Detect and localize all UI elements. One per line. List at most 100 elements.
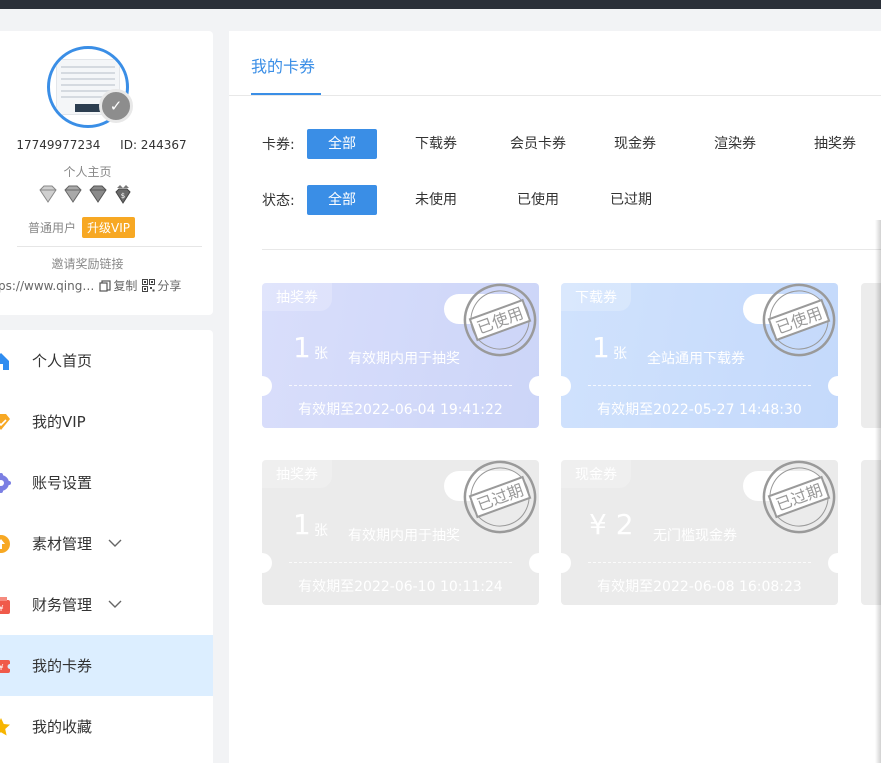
coupon-expiry: 有效期至2022-06-10 10:11:24 <box>298 579 503 595</box>
tab-bar: 我的卡券 <box>229 31 881 96</box>
vip-diamond-icon <box>0 411 12 433</box>
sidebar-item-label: 账号设置 <box>32 474 93 492</box>
coupon-dashed-divider <box>289 562 512 563</box>
sidebar-item-materials[interactable]: 素材管理 <box>0 513 213 574</box>
invite-link[interactable]: ps://www.qing… <box>0 279 94 293</box>
coupon-card[interactable]: 现金券 已过期 ¥ 2 无门槛现金券 有效期至2022-06-08 16:08:… <box>561 460 838 605</box>
type-filter-option-lottery[interactable]: 抽奖券 <box>811 129 859 159</box>
coupon-icon: ¥ <box>0 655 12 677</box>
coupon-notch <box>828 553 838 573</box>
coupon-card[interactable]: 抽奖券 已使用 1 张 有效期内用于抽奖 有效期至2022-06-04 19:4… <box>262 283 539 428</box>
coupon-description: 有效期内用于抽奖 <box>348 528 460 544</box>
coupon-notch <box>529 553 539 573</box>
status-filter-option-expired[interactable]: 已过期 <box>607 185 655 215</box>
coupon-notch <box>262 553 272 573</box>
sidebar-item-label: 财务管理 <box>32 596 93 614</box>
divider <box>262 249 881 250</box>
copy-label: 复制 <box>113 279 138 293</box>
copy-icon <box>99 279 111 292</box>
status-filter-option-unused[interactable]: 未使用 <box>407 185 465 215</box>
sidebar-item-coupons[interactable]: ¥ 我的卡券 <box>0 635 213 696</box>
svg-text:¥: ¥ <box>0 604 4 613</box>
wallet-icon: ¥ <box>0 594 12 616</box>
coupon-type: 现金券 <box>561 460 631 488</box>
coupon-unit: 张 <box>613 346 627 362</box>
coupon-dashed-divider <box>289 385 512 386</box>
sidebar-item-label: 我的收藏 <box>32 718 93 736</box>
status-filter-option-all[interactable]: 全部 <box>307 185 377 215</box>
coupon-unit: 张 <box>314 346 328 362</box>
level-row: 普通用户 升级VIP <box>28 217 136 238</box>
coupon-notch <box>529 376 539 396</box>
user-level: 普通用户 <box>28 221 77 235</box>
coupon-type: 下载券 <box>561 283 631 311</box>
home-icon <box>0 350 12 372</box>
profile-card: ✓ 17749977234 ID: 244367 个人主页 $ 普通用户 升级V… <box>0 31 213 315</box>
chevron-down-icon[interactable] <box>108 537 122 551</box>
upload-circle-icon <box>0 533 12 555</box>
star-icon <box>0 716 12 738</box>
coupon-description: 无门槛现金券 <box>653 528 737 544</box>
coupon-unit: 张 <box>314 523 328 539</box>
invite-row: ps://www.qing… 复制 分享 <box>0 277 181 294</box>
invite-title: 邀请奖励链接 <box>51 257 124 271</box>
user-id: ID: 244367 <box>120 138 187 152</box>
used-stamp-icon: 已使用 <box>762 283 836 357</box>
overlay-edge-shadow <box>875 220 881 763</box>
sidebar-menu: 个人首页 我的VIP 账号设置 素材管理 ¥ 财务管理 ¥ 我的卡券 我的收藏 <box>0 330 213 763</box>
type-filter-option-cash[interactable]: 现金券 <box>611 129 659 159</box>
used-stamp-icon: 已使用 <box>463 283 537 357</box>
coupon-card[interactable]: 下载券 已使用 1 张 全站通用下载券 有效期至2022-05-27 14:48… <box>561 283 838 428</box>
divider <box>17 246 202 247</box>
user-phone: 17749977234 <box>16 138 101 152</box>
coupon-amount: 1 <box>293 331 311 364</box>
sidebar-item-label: 我的VIP <box>32 413 86 431</box>
sidebar-item-label: 我的卡券 <box>32 657 93 675</box>
coupon-dashed-divider <box>588 385 811 386</box>
coupon-amount: ¥ 2 <box>589 508 634 541</box>
svg-text:$: $ <box>121 192 125 200</box>
upgrade-vip-button[interactable]: 升级VIP <box>82 217 136 238</box>
diamond-icon <box>64 185 82 203</box>
status-filter-option-used[interactable]: 已使用 <box>507 185 569 215</box>
coupon-type: 抽奖券 <box>262 460 332 488</box>
gear-icon <box>0 472 12 494</box>
coupon-expiry: 有效期至2022-05-27 14:48:30 <box>597 402 802 418</box>
copy-button[interactable]: 复制 <box>99 277 137 294</box>
sidebar-item-label: 素材管理 <box>32 535 93 553</box>
level-gems: $ <box>37 184 134 204</box>
chevron-down-icon[interactable] <box>108 598 122 612</box>
tab-my-coupons[interactable]: 我的卡券 <box>251 53 315 77</box>
type-filter-option-download[interactable]: 下载券 <box>407 129 465 159</box>
sidebar-item-home[interactable]: 个人首页 <box>0 330 213 391</box>
coupon-description: 有效期内用于抽奖 <box>348 351 460 367</box>
coupon-notch <box>828 376 838 396</box>
type-filter-option-all[interactable]: 全部 <box>307 129 377 159</box>
coupon-dashed-divider <box>588 562 811 563</box>
share-label: 分享 <box>157 279 182 293</box>
sidebar-item-vip[interactable]: 我的VIP <box>0 391 213 452</box>
diamond-icon <box>39 185 57 203</box>
top-bar <box>0 0 881 9</box>
coupon-notch <box>561 553 571 573</box>
coupon-expiry: 有效期至2022-06-04 19:41:22 <box>298 402 503 418</box>
status-filter: 状态: 全部 未使用 已使用 已过期 <box>262 185 655 215</box>
type-filter-option-render[interactable]: 渲染券 <box>711 129 759 159</box>
expired-stamp-icon: 已过期 <box>463 460 537 534</box>
coupon-description: 全站通用下载券 <box>647 351 745 367</box>
svg-text:¥: ¥ <box>0 663 4 672</box>
homepage-link[interactable]: 个人主页 <box>0 163 185 180</box>
coupon-amount: 1 <box>293 508 311 541</box>
status-filter-label: 状态: <box>262 193 295 209</box>
qrcode-icon <box>142 279 156 292</box>
type-filter: 卡券: 全部 下载券 会员卡券 现金券 渲染券 抽奖券 <box>262 129 859 159</box>
type-filter-option-member[interactable]: 会员卡券 <box>507 129 569 159</box>
sidebar-item-account-settings[interactable]: 账号设置 <box>0 452 213 513</box>
sidebar-item-finance[interactable]: ¥ 财务管理 <box>0 574 213 635</box>
main-panel: 我的卡券 卡券: 全部 下载券 会员卡券 现金券 渲染券 抽奖券 状态: 全部 … <box>229 31 881 763</box>
share-button[interactable]: 分享 <box>142 277 181 294</box>
diamond-icon <box>89 185 107 203</box>
sidebar-item-favorites[interactable]: 我的收藏 <box>0 696 213 757</box>
coupon-card[interactable]: 抽奖券 已过期 1 张 有效期内用于抽奖 有效期至2022-06-10 10:1… <box>262 460 539 605</box>
expired-stamp-icon: 已过期 <box>762 460 836 534</box>
